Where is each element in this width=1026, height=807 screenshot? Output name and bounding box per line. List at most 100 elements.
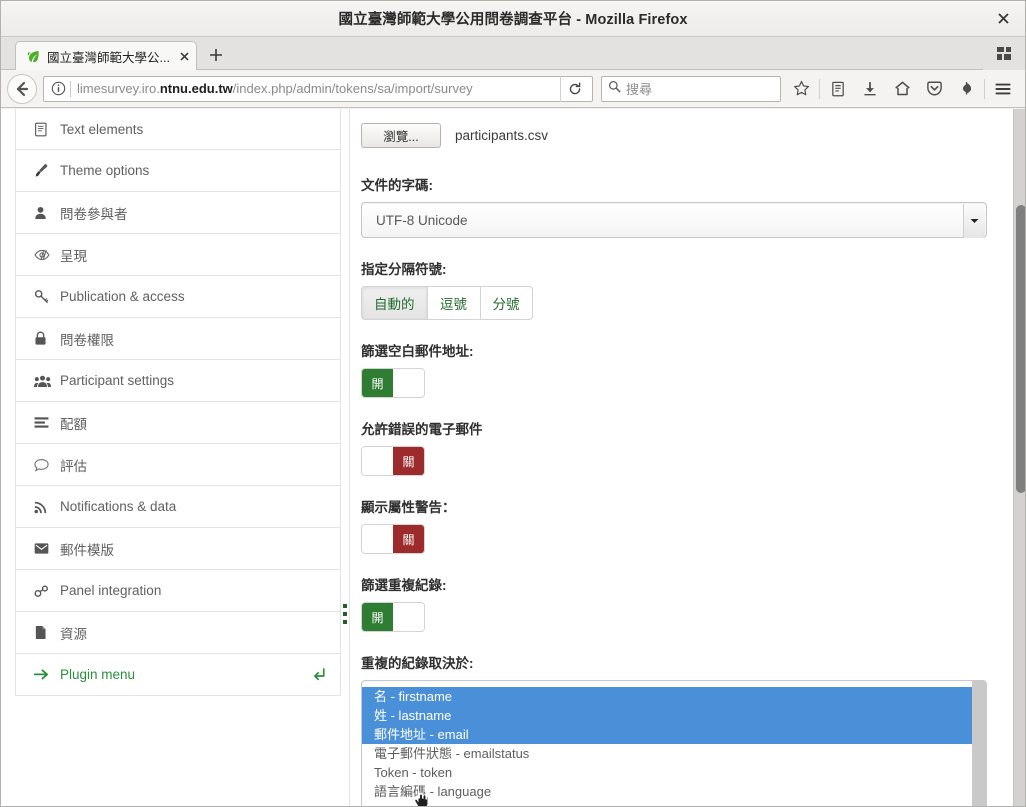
grip-dot <box>343 604 347 608</box>
home-icon[interactable] <box>886 74 918 104</box>
user-icon <box>34 206 56 220</box>
search-input[interactable]: 搜尋 <box>626 79 652 98</box>
sidebar-item-panel-integration[interactable]: Panel integration <box>15 570 341 612</box>
library-icon[interactable] <box>822 74 854 104</box>
list-all-tabs-button[interactable] <box>983 37 1025 70</box>
window-close-button[interactable] <box>981 1 1025 36</box>
allow-invalid-email-toggle[interactable]: 關 <box>361 446 425 476</box>
grip-dot <box>343 612 347 616</box>
sidebar-item-label: Text elements <box>60 121 144 137</box>
search-icon <box>608 80 621 98</box>
separator-option-auto[interactable]: 自動的 <box>361 286 427 320</box>
downloads-icon[interactable] <box>854 74 886 104</box>
limesurvey-leaf-icon <box>25 48 41 64</box>
page-viewport: Text elements Theme options 問卷參與者 呈現 Pub… <box>1 109 1025 806</box>
browse-button[interactable]: 瀏覽... <box>361 123 441 148</box>
file-upload-row: 瀏覽... participants.csv <box>361 123 1001 148</box>
list-item[interactable]: 姓 - lastname <box>362 706 986 725</box>
listbox-scrollbar[interactable] <box>972 681 986 806</box>
url-separator <box>70 80 71 97</box>
duplicate-basis-label: 重複的紀錄取決於: <box>361 656 474 671</box>
filter-duplicate-field: 篩選重複紀錄: 開 <box>361 574 1001 632</box>
separator-field: 指定分隔符號: 自動的 逗號 分號 <box>361 258 1001 320</box>
charset-select[interactable]: UTF-8 Unicode <box>361 202 987 238</box>
document-icon <box>34 122 56 137</box>
url-path: /index.php/admin/tokens/sa/import/survey <box>232 81 473 96</box>
separator-option-comma[interactable]: 逗號 <box>426 286 480 320</box>
rss-icon <box>34 500 56 514</box>
list-item[interactable]: 電子郵件狀態 - emailstatus <box>362 744 986 763</box>
sidebar-item-label: Notifications & data <box>60 499 177 514</box>
sidebar-item-notifications-data[interactable]: Notifications & data <box>15 486 341 528</box>
pocket-icon[interactable] <box>918 74 950 104</box>
plus-icon <box>209 48 222 61</box>
show-attribute-warning-toggle[interactable]: 關 <box>361 524 425 554</box>
list-item[interactable]: 郵件地址 - email <box>362 725 986 744</box>
navigation-toolbar: limesurvey.iro.ntnu.edu.tw/index.php/adm… <box>1 70 1025 108</box>
reload-button[interactable] <box>560 75 588 102</box>
sidebar-item-theme-options[interactable]: Theme options <box>15 150 341 192</box>
sidebar-item-label: Plugin menu <box>60 667 136 682</box>
back-arrow-icon <box>16 81 29 96</box>
list-item[interactable]: 名 - firstname <box>362 687 986 706</box>
arrow-right-icon <box>34 668 56 681</box>
sidebar-item-label: 問卷權限 <box>60 332 114 348</box>
tab-close-button[interactable] <box>180 50 189 63</box>
filter-blank-email-toggle[interactable]: 開 <box>361 368 425 398</box>
url-prefix: limesurvey.iro. <box>77 81 160 96</box>
bookmark-star-icon[interactable] <box>785 74 817 104</box>
page-scrollbar-thumb[interactable] <box>1016 205 1025 493</box>
show-attribute-warning-label: 顯示屬性警告： <box>361 500 456 515</box>
sidebar-item-label: Theme options <box>60 163 150 178</box>
separator-button-group: 自動的 逗號 分號 <box>361 286 1001 320</box>
sidebar-item-survey-permissions[interactable]: 問卷權限 <box>15 318 341 360</box>
new-tab-button[interactable] <box>201 40 231 69</box>
import-participants-form: 瀏覽... participants.csv 文件的字碼: UTF-8 Unic… <box>361 109 1001 806</box>
sidebar-resize-grip[interactable] <box>342 604 348 624</box>
sidebar-item-label: 問卷參與者 <box>60 206 128 222</box>
duplicate-basis-field: 重複的紀錄取決於: 名 - firstname 姓 - lastname 郵件地… <box>361 652 1001 806</box>
search-bar[interactable]: 搜尋 <box>601 75 781 102</box>
sidebar-item-label: 評估 <box>60 458 87 474</box>
sidebar-item-label: Participant settings <box>60 373 175 388</box>
sidebar-item-publication-access[interactable]: Publication & access <box>15 276 341 318</box>
list-item[interactable]: 語言編碼 - language <box>362 782 986 801</box>
sync-icon[interactable] <box>950 74 982 104</box>
envelope-icon <box>34 542 56 555</box>
hamburger-menu-icon[interactable] <box>987 74 1019 104</box>
toggle-off-label: 關 <box>393 525 424 553</box>
listbox-options: 名 - firstname 姓 - lastname 郵件地址 - email … <box>362 681 986 801</box>
duplicate-basis-listbox[interactable]: 名 - firstname 姓 - lastname 郵件地址 - email … <box>361 680 987 806</box>
file-icon <box>34 625 56 640</box>
sidebar-item-text-elements[interactable]: Text elements <box>15 109 341 150</box>
sidebar-item-email-templates[interactable]: 郵件模版 <box>15 528 341 570</box>
sidebar-item-label: 配額 <box>60 416 87 432</box>
charset-select-value: UTF-8 Unicode <box>376 212 468 228</box>
sidebar-item-presentation[interactable]: 呈現 <box>15 234 341 276</box>
back-button[interactable] <box>7 73 37 104</box>
eye-slash-icon <box>34 248 56 262</box>
sidebar-item-quotas[interactable]: 配額 <box>15 402 341 444</box>
page-scrollbar[interactable] <box>1013 109 1025 806</box>
info-circle-icon[interactable] <box>48 81 68 96</box>
url-bar[interactable]: limesurvey.iro.ntnu.edu.tw/index.php/adm… <box>43 75 593 102</box>
sidebar-item-participant-settings[interactable]: Participant settings <box>15 360 341 402</box>
sidebar-item-label: 呈現 <box>60 248 87 264</box>
list-item[interactable]: Token - token <box>362 763 986 782</box>
tab-strip: 國立臺灣師範大學公... <box>1 37 1025 70</box>
toggle-knob <box>393 603 424 631</box>
separator-option-semicolon[interactable]: 分號 <box>479 286 533 320</box>
sidebar-item-plugin-menu[interactable]: Plugin menu <box>15 654 341 696</box>
lock-icon <box>34 331 56 346</box>
filter-duplicate-label: 篩選重複紀錄: <box>361 578 447 593</box>
sidebar-item-resources[interactable]: 資源 <box>15 612 341 654</box>
browser-tab[interactable]: 國立臺灣師範大學公... <box>15 41 197 70</box>
toggle-knob <box>393 369 424 397</box>
sidebar-item-label: 郵件模版 <box>60 542 114 558</box>
chevron-down-icon[interactable] <box>963 204 985 238</box>
url-text: limesurvey.iro.ntnu.edu.tw/index.php/adm… <box>77 81 558 96</box>
filter-duplicate-toggle[interactable]: 開 <box>361 602 425 632</box>
sidebar-item-assessments[interactable]: 評估 <box>15 444 341 486</box>
sidebar-item-survey-participants[interactable]: 問卷參與者 <box>15 192 341 234</box>
reload-icon <box>569 82 580 94</box>
